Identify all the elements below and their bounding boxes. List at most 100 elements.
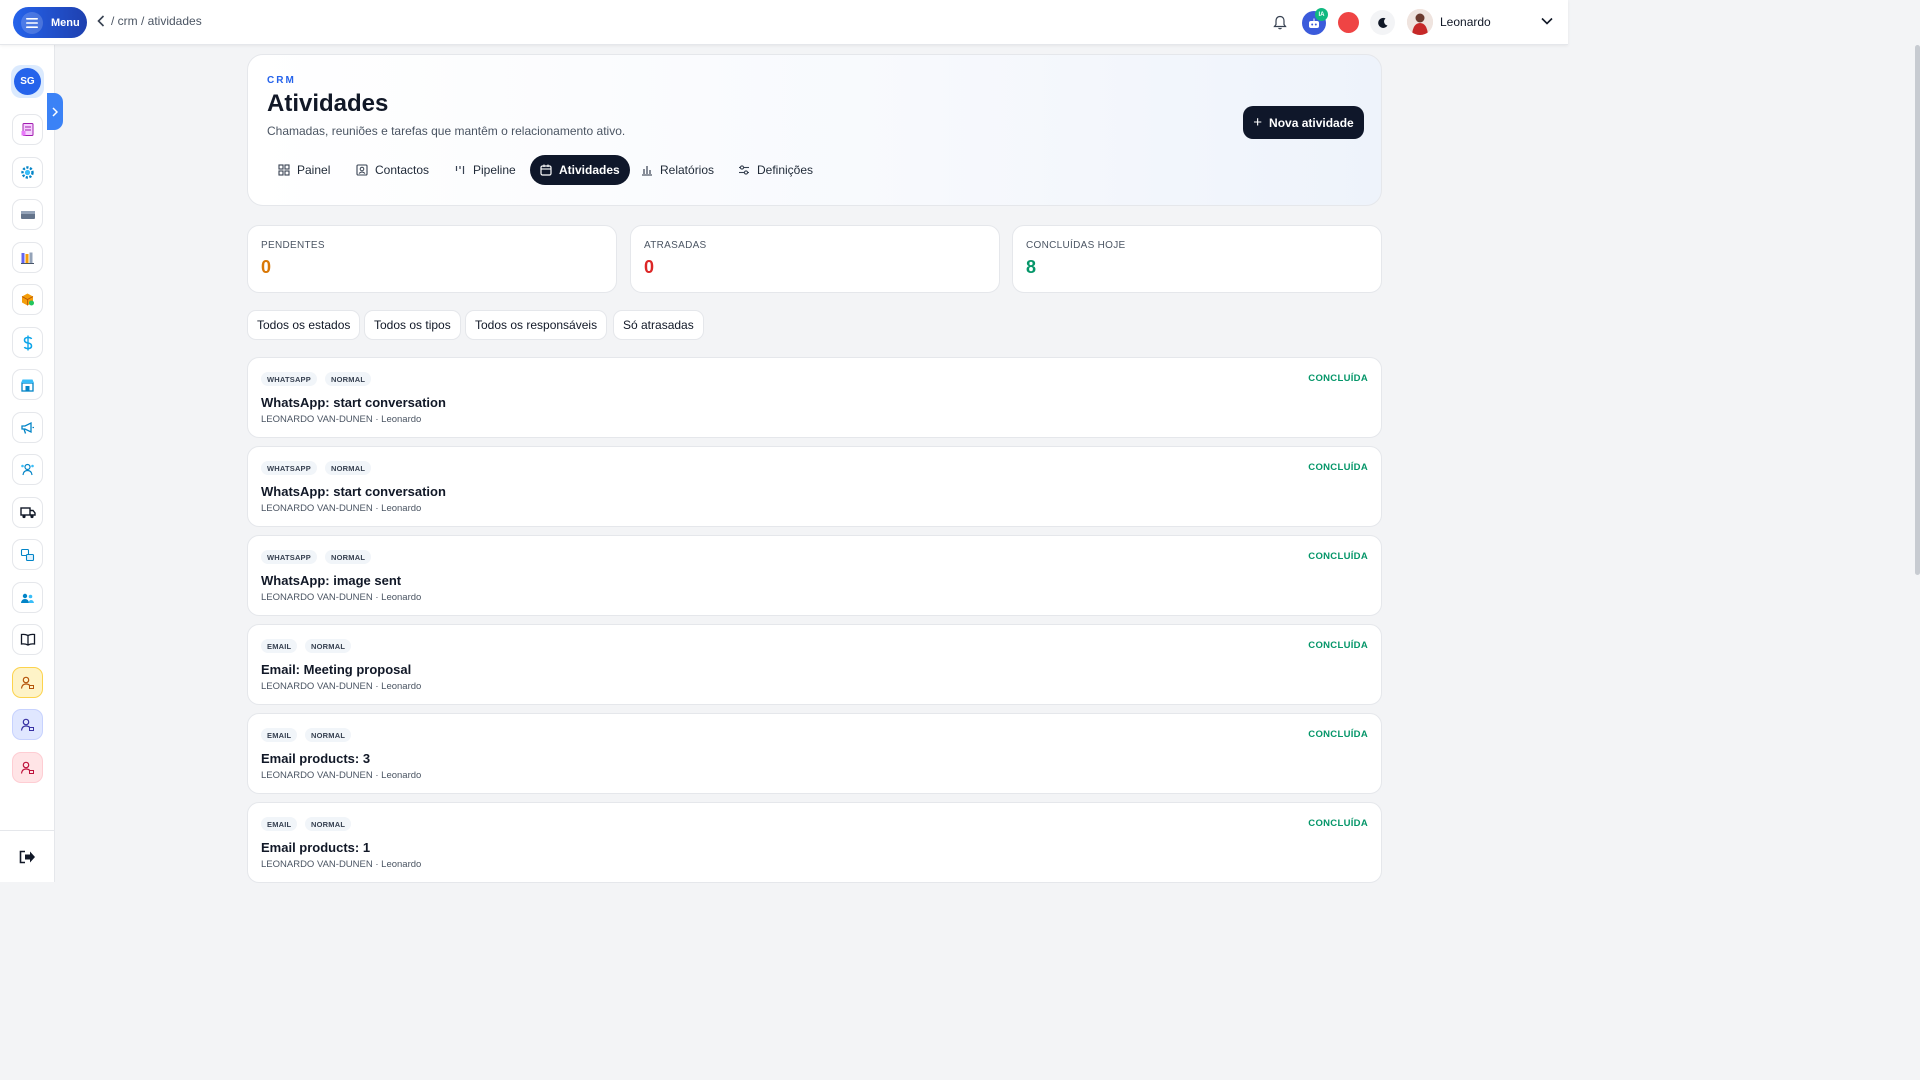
stat-value: 0 bbox=[261, 257, 272, 277]
sidebar-item-users[interactable] bbox=[12, 582, 43, 613]
page-header-card: CRM Atividades Chamadas, reuniões e tare… bbox=[247, 54, 1382, 206]
user-yellow-icon bbox=[20, 676, 34, 689]
megaphone-icon bbox=[21, 421, 34, 434]
status-badge: CONCLUÍDA bbox=[1308, 373, 1368, 384]
sidebar-item-docs[interactable] bbox=[12, 624, 43, 655]
priority-badge: NORMAL bbox=[305, 817, 352, 831]
activity-title: Email products: 3 bbox=[261, 751, 371, 766]
hamburger-icon bbox=[21, 11, 43, 34]
stat-card-concluidas-hoje: CONCLUÍDAS HOJE 8 bbox=[1012, 225, 1382, 293]
filter-type-select[interactable]: Todos os tipos bbox=[364, 310, 461, 340]
tab-atividades[interactable]: Atividades bbox=[530, 155, 630, 185]
stat-label: PENDENTES bbox=[261, 240, 325, 251]
ia-badge: IA bbox=[1315, 8, 1328, 21]
status-badge: CONCLUÍDA bbox=[1308, 818, 1368, 829]
chevron-right-icon bbox=[52, 106, 58, 117]
stat-label: CONCLUÍDAS HOJE bbox=[1026, 240, 1126, 251]
sidebar-item-marketing[interactable] bbox=[12, 412, 43, 443]
priority-badge: NORMAL bbox=[305, 728, 352, 742]
activity-meta: LEONARDO VAN-DUNEN · Leonardo bbox=[261, 681, 422, 692]
sidebar-item-user-red[interactable] bbox=[12, 752, 43, 783]
activity-item[interactable]: WHATSAPP NORMAL WhatsApp: start conversa… bbox=[247, 357, 1382, 438]
type-badge: WHATSAPP bbox=[261, 550, 317, 564]
sidebar-item-delivery[interactable] bbox=[12, 497, 43, 528]
sidebar-avatar[interactable]: SG bbox=[11, 65, 44, 98]
sidebar-item-user-yellow[interactable] bbox=[12, 667, 43, 698]
sliders-icon bbox=[739, 165, 749, 175]
moon-icon bbox=[1377, 17, 1387, 28]
activity-meta: LEONARDO VAN-DUNEN · Leonardo bbox=[261, 770, 422, 781]
tab-pipeline[interactable]: Pipeline bbox=[444, 155, 526, 185]
activity-title: WhatsApp: start conversation bbox=[261, 395, 446, 410]
logout-icon[interactable] bbox=[19, 850, 36, 864]
filter-status-select[interactable]: Todos os estados bbox=[247, 310, 361, 340]
filter-overdue-toggle[interactable]: Só atrasadas bbox=[613, 310, 704, 340]
page-title: Atividades bbox=[267, 90, 389, 117]
back-chevron-icon[interactable] bbox=[97, 15, 105, 27]
type-badge: EMAIL bbox=[261, 639, 298, 653]
stat-card-atrasadas: ATRASADAS 0 bbox=[630, 225, 1000, 293]
priority-badge: NORMAL bbox=[325, 550, 372, 564]
sidebar-item-finance[interactable] bbox=[12, 327, 43, 358]
bell-icon[interactable] bbox=[1273, 15, 1287, 30]
activity-item[interactable]: WHATSAPP NORMAL WhatsApp: start conversa… bbox=[247, 446, 1382, 527]
type-badge: WHATSAPP bbox=[261, 461, 317, 475]
filter-owner-select[interactable]: Todos os responsáveis bbox=[465, 310, 608, 340]
stat-label: ATRASADAS bbox=[644, 240, 707, 251]
activity-title: WhatsApp: image sent bbox=[261, 573, 402, 588]
sidebar-item-store[interactable] bbox=[12, 369, 43, 400]
activity-item[interactable]: EMAIL NORMAL Email: Meeting proposal LEO… bbox=[247, 624, 1382, 705]
new-activity-button[interactable]: + Nova atividade bbox=[1243, 106, 1364, 139]
tab-definicoes[interactable]: Definições bbox=[728, 155, 823, 185]
type-badge: WHATSAPP bbox=[261, 372, 317, 386]
stat-value: 8 bbox=[1026, 257, 1037, 277]
sidebar-item-invoices[interactable] bbox=[12, 114, 43, 145]
theme-toggle-button[interactable] bbox=[1370, 10, 1395, 35]
breadcrumb-path[interactable]: / crm / atividades bbox=[111, 14, 202, 28]
sidebar: SG bbox=[0, 45, 55, 882]
sidebar-item-team[interactable] bbox=[12, 454, 43, 485]
page-scrollbar[interactable] bbox=[1915, 45, 1920, 575]
priority-badge: NORMAL bbox=[325, 372, 372, 386]
type-badge: EMAIL bbox=[261, 728, 298, 742]
menu-label: Menu bbox=[51, 16, 80, 29]
activity-item[interactable]: EMAIL NORMAL Email products: 1 LEONARDO … bbox=[247, 802, 1382, 883]
users-icon bbox=[21, 593, 34, 603]
activity-meta: LEONARDO VAN-DUNEN · Leonardo bbox=[261, 592, 422, 603]
sidebar-item-library[interactable] bbox=[12, 242, 43, 273]
activity-title: WhatsApp: start conversation bbox=[261, 484, 446, 499]
invoice-icon bbox=[21, 123, 34, 136]
avatar[interactable] bbox=[1407, 9, 1433, 35]
user-red-icon bbox=[20, 761, 34, 774]
section-eyebrow: CRM bbox=[267, 75, 296, 86]
book-icon bbox=[20, 633, 35, 646]
status-dot-red[interactable] bbox=[1338, 12, 1359, 33]
page-subtitle: Chamadas, reuniões e tarefas que mantêm … bbox=[267, 124, 626, 138]
status-badge: CONCLUÍDA bbox=[1308, 729, 1368, 740]
tab-relatorios[interactable]: Relatórios bbox=[631, 155, 724, 185]
user-blue-icon bbox=[20, 718, 34, 731]
sidebar-item-layout[interactable] bbox=[12, 199, 43, 230]
menu-button[interactable]: Menu bbox=[13, 7, 87, 38]
grid-icon bbox=[278, 164, 290, 176]
sidebar-item-user-blue[interactable] bbox=[12, 709, 43, 740]
store-icon bbox=[21, 379, 34, 392]
translate-icon bbox=[20, 548, 35, 561]
activity-item[interactable]: WHATSAPP NORMAL WhatsApp: image sent LEO… bbox=[247, 535, 1382, 616]
contact-icon bbox=[356, 164, 368, 176]
chevron-down-icon[interactable] bbox=[1541, 17, 1553, 25]
activity-title: Email products: 1 bbox=[261, 840, 371, 855]
pipeline-icon bbox=[455, 166, 465, 174]
stat-value: 0 bbox=[644, 257, 655, 277]
sidebar-item-settings[interactable] bbox=[12, 157, 43, 188]
tab-painel[interactable]: Painel bbox=[268, 155, 340, 185]
tab-contactos[interactable]: Contactos bbox=[346, 155, 439, 185]
status-badge: CONCLUÍDA bbox=[1308, 551, 1368, 562]
sidebar-item-products[interactable] bbox=[12, 284, 43, 315]
activity-meta: LEONARDO VAN-DUNEN · Leonardo bbox=[261, 503, 422, 514]
user-name[interactable]: Leonardo bbox=[1440, 15, 1491, 29]
activity-item[interactable]: EMAIL NORMAL Email products: 3 LEONARDO … bbox=[247, 713, 1382, 794]
sidebar-item-translate[interactable] bbox=[12, 539, 43, 570]
stat-card-pendentes: PENDENTES 0 bbox=[247, 225, 617, 293]
sidebar-toggle-button[interactable] bbox=[47, 93, 63, 130]
